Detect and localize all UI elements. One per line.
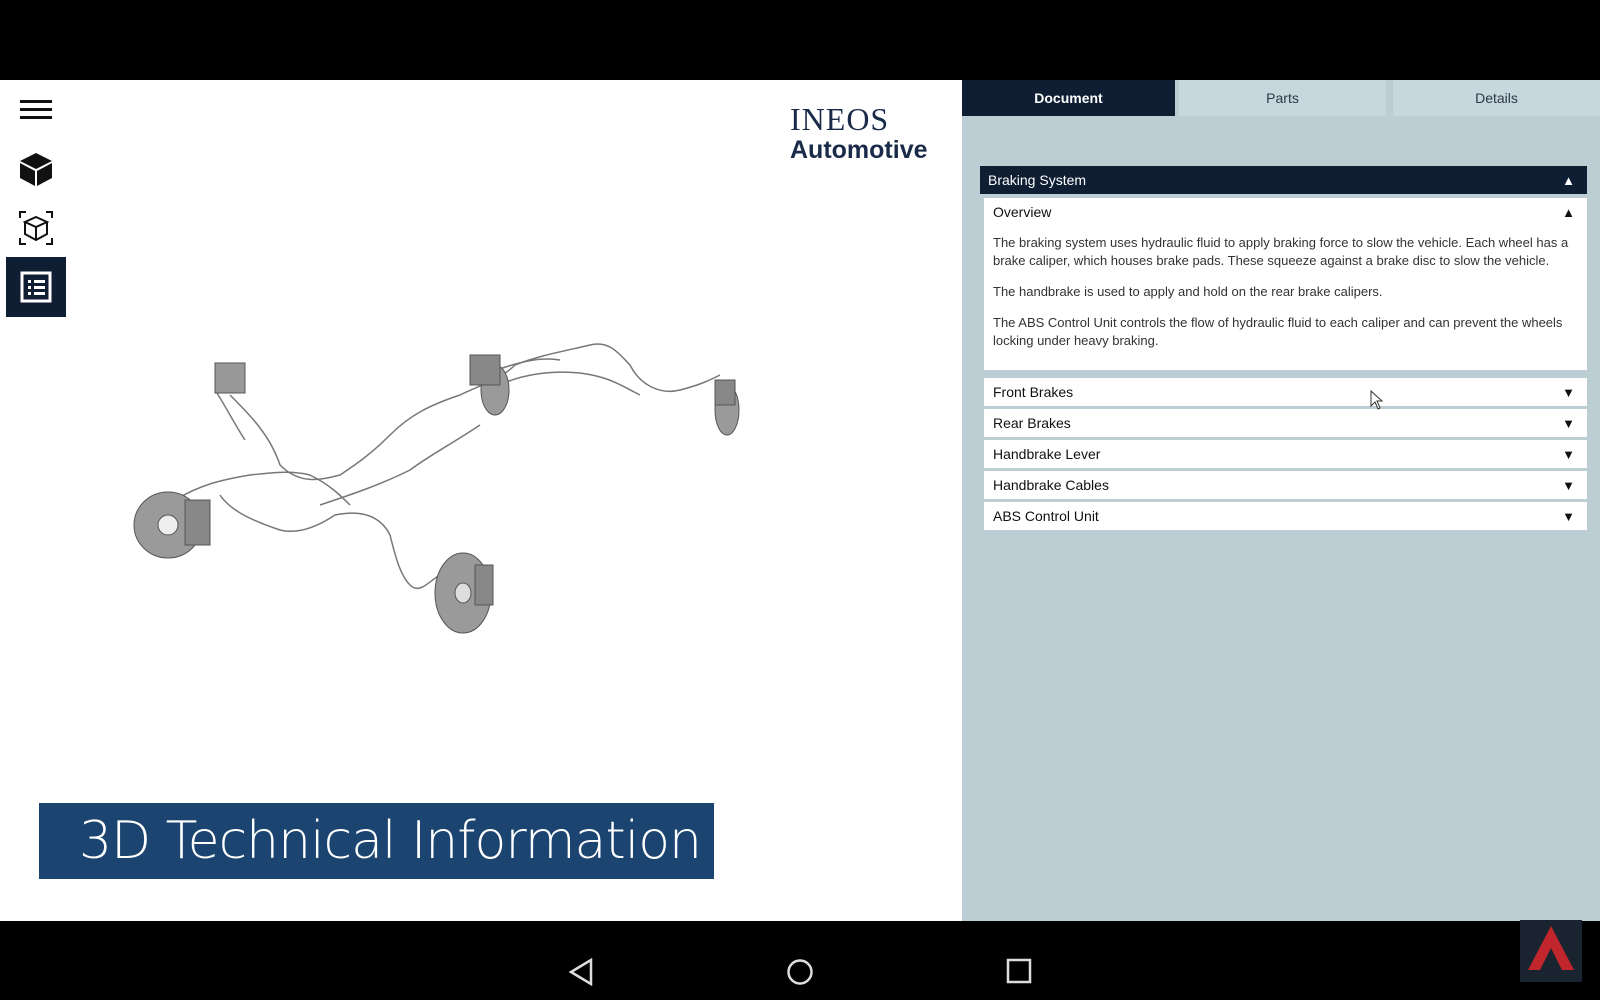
subsection-label: Front Brakes	[993, 384, 1074, 400]
document-button[interactable]	[6, 257, 66, 317]
back-nav-icon[interactable]	[568, 958, 594, 986]
handbrake-lever-item[interactable]: Handbrake Lever ▼	[984, 440, 1587, 468]
app-window: INEOS Automotive 3D Technical Informatio…	[0, 80, 1600, 921]
subsection-label: ABS Control Unit	[993, 508, 1099, 524]
3d-model-button[interactable]	[6, 139, 66, 199]
expand-caret-icon: ▼	[1562, 384, 1575, 400]
tab-parts[interactable]: Parts	[1179, 80, 1386, 116]
expand-caret-icon: ▼	[1562, 508, 1575, 524]
collapse-caret-icon: ▲	[1562, 204, 1575, 220]
tab-document[interactable]: Document	[962, 80, 1175, 116]
braking-system-3d-model[interactable]	[120, 335, 780, 655]
banner-text: 3D Technical Information	[79, 811, 702, 871]
hamburger-menu-icon	[20, 100, 52, 119]
logo-line2: Automotive	[790, 136, 928, 164]
mouse-pointer-icon	[1370, 390, 1384, 410]
overview-paragraph: The handbrake is used to apply and hold …	[993, 284, 1383, 299]
rear-brakes-item[interactable]: Rear Brakes ▼	[984, 409, 1587, 437]
exploded-view-button[interactable]	[6, 198, 66, 258]
panel-tabs: Document Parts Details	[962, 80, 1600, 116]
subsection-label: Handbrake Cables	[993, 477, 1109, 493]
overview-content: The braking system uses hydraulic fluid …	[984, 226, 1587, 370]
subsection-label: Rear Brakes	[993, 415, 1071, 431]
wireframe-cube-icon	[19, 211, 53, 245]
status-bar	[0, 0, 1600, 80]
model-viewer[interactable]: INEOS Automotive 3D Technical Informatio…	[0, 80, 962, 921]
title-banner: 3D Technical Information	[39, 803, 714, 879]
section-title: Braking System	[988, 172, 1087, 188]
abs-control-unit-item[interactable]: ABS Control Unit ▼	[984, 502, 1587, 530]
tab-details[interactable]: Details	[1393, 80, 1600, 116]
overview-paragraph: The ABS Control Unit controls the flow o…	[993, 315, 1563, 348]
recents-nav-icon[interactable]	[1006, 958, 1032, 984]
document-panel: Document Parts Details Braking System ▲ …	[962, 80, 1600, 921]
braking-system-header[interactable]: Braking System ▲	[980, 166, 1587, 194]
menu-button[interactable]	[6, 80, 66, 140]
subsection-label: Handbrake Lever	[993, 446, 1101, 462]
overview-paragraph: The braking system uses hydraulic fluid …	[993, 235, 1569, 268]
ineos-logo: INEOS Automotive	[790, 102, 928, 164]
expand-caret-icon: ▼	[1562, 477, 1575, 493]
front-brakes-item[interactable]: Front Brakes ▼	[984, 378, 1587, 406]
solid-cube-icon	[20, 153, 52, 186]
handbrake-cables-item[interactable]: Handbrake Cables ▼	[984, 471, 1587, 499]
overview-header[interactable]: Overview ▲	[984, 198, 1587, 226]
logo-line1: INEOS	[790, 101, 890, 137]
expand-caret-icon: ▼	[1562, 415, 1575, 431]
collapse-caret-icon: ▲	[1562, 172, 1575, 188]
corner-brand-logo-icon	[1520, 920, 1582, 982]
home-nav-icon[interactable]	[786, 958, 814, 986]
overview-label: Overview	[993, 204, 1052, 220]
document-list-icon	[20, 271, 52, 303]
expand-caret-icon: ▼	[1562, 446, 1575, 462]
